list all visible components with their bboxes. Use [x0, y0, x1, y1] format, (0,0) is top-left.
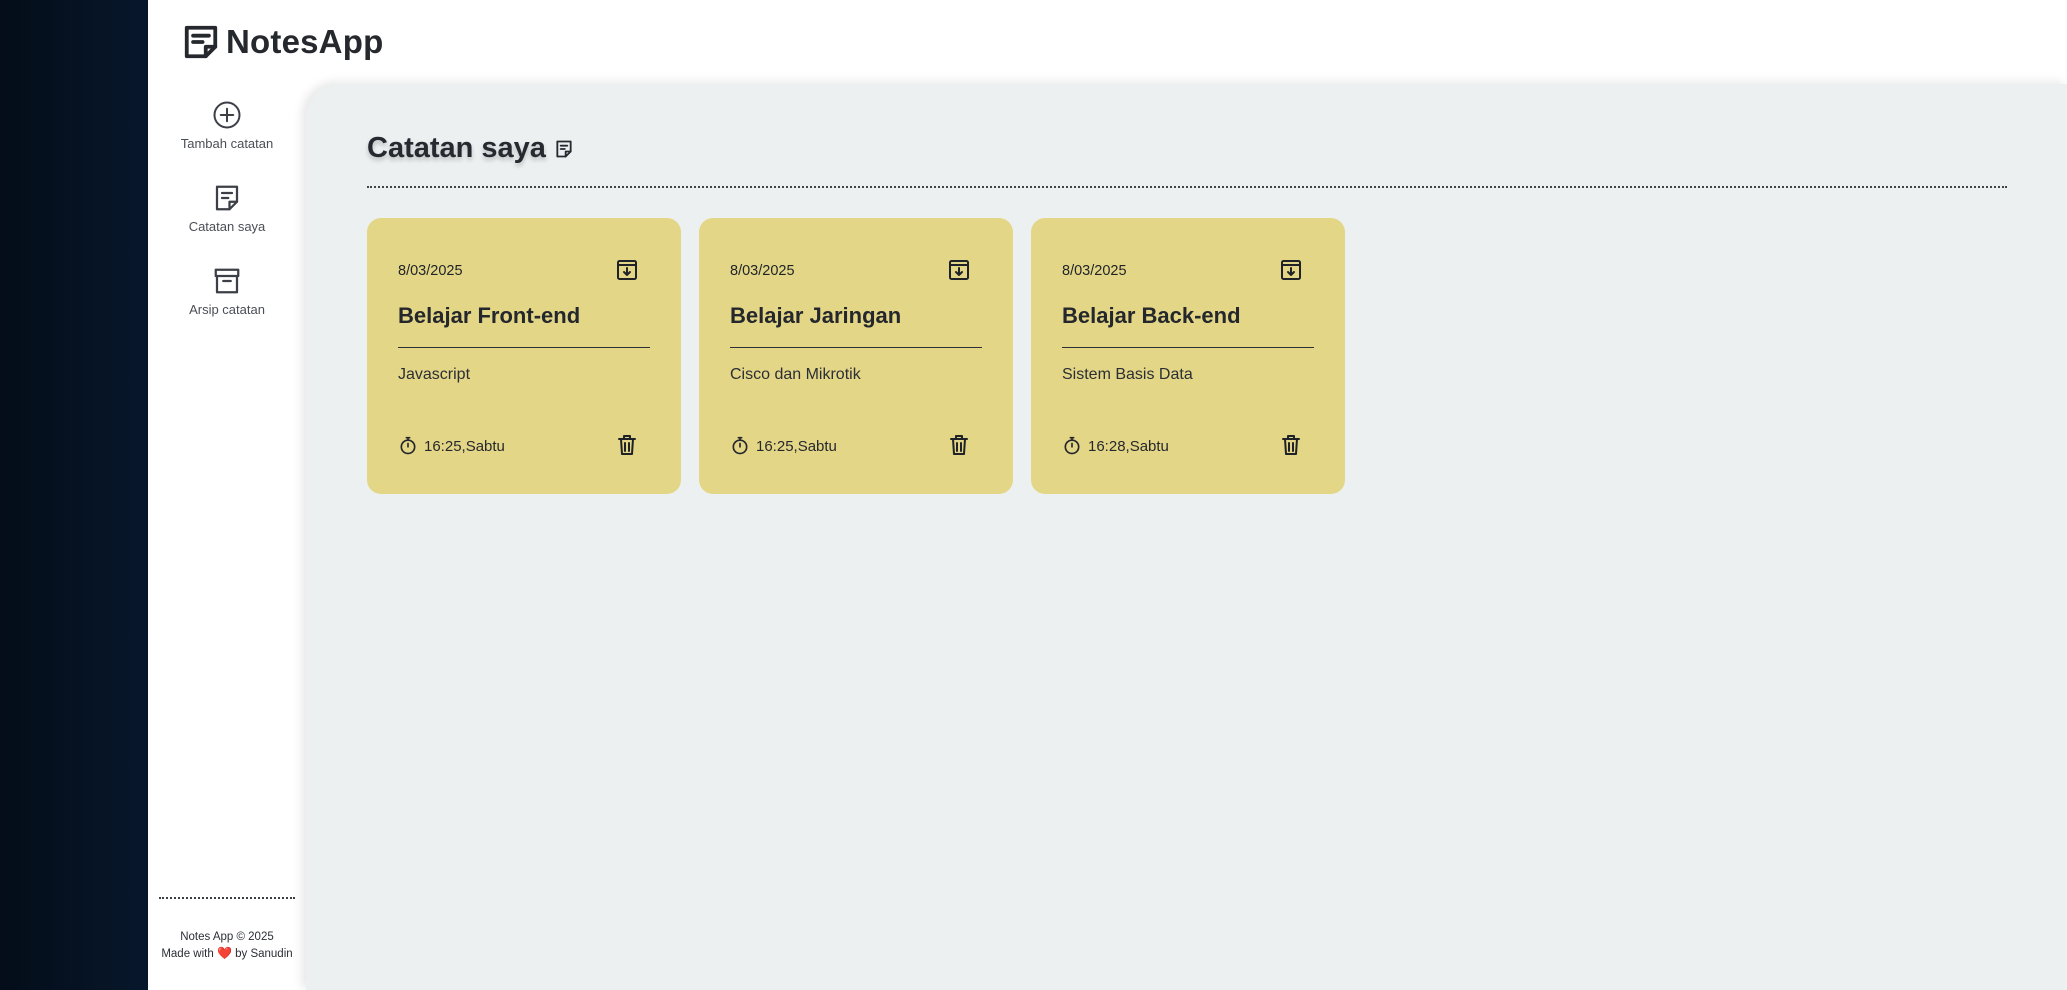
page-title: Catatan saya: [367, 132, 546, 164]
footer-made-with: Made with: [161, 948, 214, 960]
timer-icon: [1062, 436, 1082, 456]
note-card[interactable]: 8/03/2025 Belajar Back-end Sistem Basis …: [1031, 218, 1345, 494]
note-time-label: 16:25,Sabtu: [424, 437, 505, 455]
note-divider: [398, 347, 650, 348]
notes-logo-icon: [182, 23, 220, 61]
note-title: Belajar Front-end: [398, 303, 581, 328]
sidebar-footer: Notes App © 2025 Made with ❤️ by Sanudin: [148, 929, 306, 962]
sidebar-footer-divider: [159, 897, 295, 899]
note-date: 8/03/2025: [1062, 263, 1127, 279]
archive-note-icon[interactable]: [615, 258, 639, 282]
sidebar-item-arsip-catatan[interactable]: Arsip catatan: [148, 266, 306, 317]
page-backdrop: [0, 0, 148, 990]
main-panel: Catatan saya 8/03/2025 Belajar Front-end…: [306, 84, 2067, 990]
footer-credit: Made with ❤️ by Sanudin: [148, 945, 306, 962]
note-card[interactable]: 8/03/2025 Belajar Jaringan Cisco dan Mik…: [699, 218, 1013, 494]
sidebar-item-label: Catatan saya: [188, 219, 266, 234]
sidebar-item-label: Arsip catatan: [189, 302, 265, 317]
note-body: Cisco dan Mikrotik: [730, 366, 861, 383]
sidebar: Tambah catatan Catatan saya Arsip catata…: [148, 84, 306, 990]
timer-icon: [730, 436, 750, 456]
app-title[interactable]: NotesApp: [226, 23, 383, 61]
archive-icon: [212, 266, 242, 296]
heading-divider: [367, 186, 2007, 188]
footer-copyright: Notes App © 2025: [180, 931, 274, 943]
note-card[interactable]: 8/03/2025 Belajar Front-end Javascript 1…: [367, 218, 681, 494]
note-date: 8/03/2025: [398, 263, 463, 279]
note-body: Sistem Basis Data: [1062, 366, 1193, 383]
note-date: 8/03/2025: [730, 263, 795, 279]
archive-note-icon[interactable]: [947, 258, 971, 282]
note-icon: [554, 139, 574, 159]
note-icon: [212, 183, 242, 213]
note-title: Belajar Back-end: [1062, 303, 1241, 328]
app-shell: NotesApp Tambah catatan Catatan saya Ars…: [148, 0, 2067, 990]
note-body: Javascript: [398, 366, 471, 383]
note-time: 16:25,Sabtu: [398, 436, 505, 456]
trash-icon[interactable]: [949, 434, 969, 456]
note-divider: [730, 347, 982, 348]
note-time: 16:28,Sabtu: [1062, 436, 1169, 456]
archive-note-icon[interactable]: [1279, 258, 1303, 282]
note-time-label: 16:28,Sabtu: [1088, 437, 1169, 455]
timer-icon: [398, 436, 418, 456]
sidebar-item-tambah-catatan[interactable]: Tambah catatan: [148, 100, 306, 151]
note-divider: [1062, 347, 1314, 348]
note-time-label: 16:25,Sabtu: [756, 437, 837, 455]
note-time: 16:25,Sabtu: [730, 436, 837, 456]
app-header: NotesApp: [148, 0, 2067, 84]
add-circle-icon: [212, 100, 242, 130]
heart-icon: ❤️: [216, 946, 232, 960]
note-title: Belajar Jaringan: [730, 303, 902, 328]
page-heading: Catatan saya: [367, 132, 574, 165]
trash-icon[interactable]: [617, 434, 637, 456]
trash-icon[interactable]: [1281, 434, 1301, 456]
footer-author: by Sanudin: [235, 948, 293, 960]
sidebar-item-label: Tambah catatan: [180, 136, 274, 151]
sidebar-item-catatan-saya[interactable]: Catatan saya: [148, 183, 306, 234]
